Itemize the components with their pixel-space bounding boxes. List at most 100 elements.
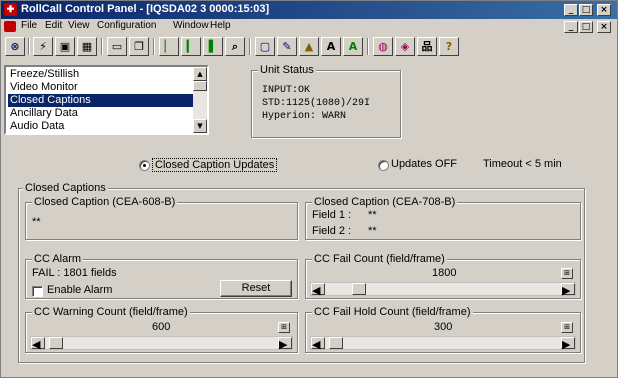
- title-bar[interactable]: ✚ RollCall Control Panel - [IQSDA02 3 00…: [1, 1, 617, 19]
- toolbar-separator: [153, 38, 155, 55]
- field1-label: Field 1 :: [312, 209, 352, 221]
- list-item[interactable]: Freeze/Stillish: [8, 68, 195, 81]
- scroll-left-icon[interactable]: ◀: [31, 337, 45, 351]
- updates-off-radio[interactable]: [378, 160, 389, 171]
- fail-hold-count-slider[interactable]: ◀ ▶: [310, 336, 576, 351]
- warning-count-value: 600: [152, 321, 171, 333]
- close-button[interactable]: ×: [597, 4, 611, 16]
- lock-icon[interactable]: ▲: [299, 37, 319, 56]
- cea708-group: Closed Caption (CEA-708-B) Field 1 : ** …: [305, 196, 581, 240]
- mdi-close-button[interactable]: ×: [597, 21, 611, 33]
- net-icon[interactable]: ⊗: [5, 37, 25, 56]
- warning-count-thumb[interactable]: [49, 337, 63, 349]
- field2-label: Field 2 :: [312, 225, 352, 237]
- fail-count-mini-icon[interactable]: ⊞: [561, 268, 573, 279]
- toolbar-separator: [249, 38, 251, 55]
- fail-count-slider[interactable]: ◀ ▶: [310, 282, 576, 297]
- screen-icon[interactable]: ▢: [255, 37, 275, 56]
- toolbar: ⊗ ⚡ ▣ ▦ ▭ ❐ ▏ ▎ ▌ ⌕ ▢ ✎ ▲ A A ◍ ◈ 品 ?: [1, 36, 617, 58]
- menu-help[interactable]: Help: [210, 20, 231, 31]
- unit-status-label: Unit Status: [258, 64, 316, 76]
- menu-bar: File Edit View Configuration Window Help…: [1, 19, 617, 35]
- fail-count-thumb[interactable]: [352, 283, 366, 295]
- toolbar-separator: [28, 38, 30, 55]
- scroll-down-icon[interactable]: ▼: [193, 119, 207, 133]
- category-list[interactable]: Freeze/Stillish Video Monitor Closed Cap…: [4, 65, 209, 135]
- zoom-icon[interactable]: ⌕: [225, 37, 245, 56]
- cc-fail-hold-count-label: CC Fail Hold Count (field/frame): [312, 306, 473, 318]
- mdi-restore-button[interactable]: □: [579, 21, 593, 33]
- shield-icon[interactable]: ◈: [395, 37, 415, 56]
- status-hyperion-line: Hyperion: WARN: [262, 111, 347, 122]
- scroll-left-icon[interactable]: ◀: [311, 337, 325, 351]
- cea608-group: Closed Caption (CEA-608-B) **: [25, 196, 298, 240]
- warning-count-mini-icon[interactable]: ⊞: [278, 322, 290, 333]
- minimize-button[interactable]: _: [564, 4, 578, 16]
- cea608-label: Closed Caption (CEA-608-B): [32, 196, 178, 208]
- scroll-right-icon[interactable]: ▶: [278, 337, 292, 351]
- copy-icon[interactable]: ❐: [129, 37, 149, 56]
- menu-window[interactable]: Window: [173, 20, 209, 31]
- save-icon[interactable]: ▦: [77, 37, 97, 56]
- menu-edit[interactable]: Edit: [45, 20, 62, 31]
- main-window: ✚ RollCall Control Panel - [IQSDA02 3 00…: [0, 0, 618, 378]
- timeout-label: Timeout < 5 min: [483, 158, 562, 170]
- font-a-icon[interactable]: A: [321, 37, 341, 56]
- field1-value: **: [368, 209, 377, 221]
- edit-icon[interactable]: ✎: [277, 37, 297, 56]
- updates-on-label[interactable]: Closed Caption Updates: [152, 158, 278, 172]
- fail-hold-count-mini-icon[interactable]: ⊞: [561, 322, 573, 333]
- bar-mid-icon[interactable]: ▎: [181, 37, 201, 56]
- help-icon[interactable]: ?: [439, 37, 459, 56]
- image-icon[interactable]: ▣: [55, 37, 75, 56]
- enable-alarm-label[interactable]: Enable Alarm: [47, 284, 112, 296]
- scroll-thumb[interactable]: [193, 81, 207, 91]
- maximize-button[interactable]: □: [579, 4, 593, 16]
- list-item[interactable]: Video Monitor: [8, 81, 195, 94]
- toolbar-separator: [101, 38, 103, 55]
- font-a-green-icon[interactable]: A: [343, 37, 363, 56]
- updates-on-radio[interactable]: [139, 160, 150, 171]
- mdi-minimize-button[interactable]: _: [564, 21, 578, 33]
- globe-icon[interactable]: ◍: [373, 37, 393, 56]
- menu-configuration[interactable]: Configuration: [97, 20, 156, 31]
- fail-count-value: 1800: [432, 267, 457, 279]
- list-item[interactable]: Audio Data: [8, 120, 195, 133]
- menu-file[interactable]: File: [21, 20, 37, 31]
- fail-hold-count-thumb[interactable]: [329, 337, 343, 349]
- unit-status-group: Unit Status INPUT:OK STD:1125(1080)/29I …: [251, 64, 401, 138]
- cea708-label: Closed Caption (CEA-708-B): [312, 196, 458, 208]
- cea608-value: **: [32, 216, 41, 228]
- reset-button[interactable]: Reset: [220, 280, 292, 297]
- document-icon[interactable]: [4, 21, 16, 32]
- bar-low-icon[interactable]: ▏: [159, 37, 179, 56]
- enable-alarm-checkbox[interactable]: [32, 286, 43, 297]
- updates-off-label[interactable]: Updates OFF: [391, 158, 457, 170]
- scroll-left-icon[interactable]: ◀: [311, 283, 325, 297]
- status-input-line: INPUT:OK: [262, 85, 311, 96]
- cc-warning-count-label: CC Warning Count (field/frame): [32, 306, 190, 318]
- cc-warning-count-group: CC Warning Count (field/frame) 600 ⊞ ◀ ▶: [25, 306, 298, 353]
- menu-view[interactable]: View: [68, 20, 90, 31]
- network-icon[interactable]: 品: [417, 37, 437, 56]
- warning-count-slider[interactable]: ◀ ▶: [30, 336, 293, 351]
- list-item[interactable]: Ancillary Data: [8, 107, 195, 120]
- fail-hold-count-value: 300: [434, 321, 453, 333]
- list-scrollbar[interactable]: ▲ ▼: [193, 67, 207, 133]
- wand-icon[interactable]: ⚡: [33, 37, 53, 56]
- field2-value: **: [368, 225, 377, 237]
- scroll-up-icon[interactable]: ▲: [193, 67, 207, 81]
- toolbar-separator: [367, 38, 369, 55]
- scroll-right-icon[interactable]: ▶: [561, 283, 575, 297]
- bars-icon[interactable]: ▌: [203, 37, 223, 56]
- scroll-right-icon[interactable]: ▶: [561, 337, 575, 351]
- list-item-selected[interactable]: Closed Captions: [8, 94, 195, 107]
- cc-alarm-group: CC Alarm FAIL : 1801 fields Enable Alarm…: [25, 253, 298, 299]
- closed-captions-label: Closed Captions: [23, 182, 108, 194]
- alarm-status: FAIL : 1801 fields: [32, 267, 117, 279]
- cc-fail-count-label: CC Fail Count (field/frame): [312, 253, 447, 265]
- window-title: RollCall Control Panel - [IQSDA02 3 0000…: [21, 3, 270, 15]
- status-standard-line: STD:1125(1080)/29I: [262, 98, 371, 109]
- cc-alarm-label: CC Alarm: [32, 253, 84, 265]
- monitor-icon[interactable]: ▭: [107, 37, 127, 56]
